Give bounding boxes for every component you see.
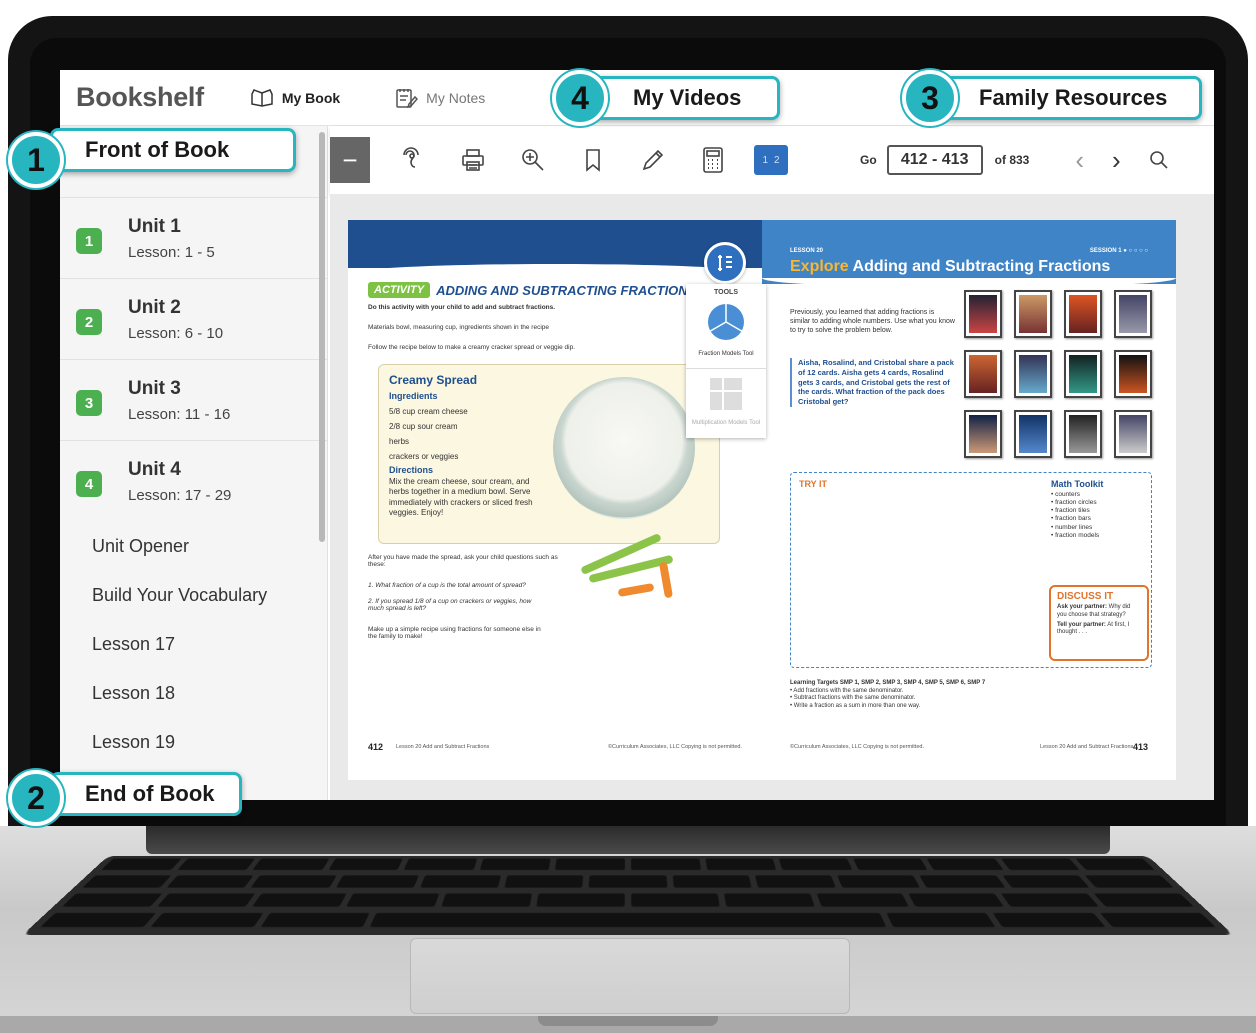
page-total: of 833	[994, 153, 1030, 167]
trackpad	[410, 938, 850, 1014]
reader-toolbar: − 12 Go 412 - 413 of 833 ‹ ›	[330, 126, 1214, 194]
page-412: ACTIVITY ADDING AND SUBTRACTING FRACTION…	[348, 220, 766, 780]
unit-badge: 4	[76, 471, 102, 497]
app-screen: Bookshelf My Book My Notes 1 Unit 1 Lesso…	[60, 70, 1214, 800]
unit-lessons: Lesson: 6 - 10	[128, 325, 224, 342]
fraction-models-tool[interactable]: Fraction Models Tool	[686, 302, 766, 358]
tools-title: TOOLS	[714, 289, 738, 296]
book-reader: ACTIVITY ADDING AND SUBTRACTING FRACTION…	[330, 194, 1214, 800]
unit-4-sublist: Unit Opener Build Your Vocabulary Lesson…	[60, 522, 327, 767]
unit-4-item[interactable]: 4 Unit 4 Lesson: 17 - 29	[60, 441, 327, 522]
go-label: Go	[860, 153, 877, 167]
next-page-button[interactable]: ›	[1112, 145, 1121, 176]
discuss-it-box: DISCUSS IT Ask your partner: Why did you…	[1049, 585, 1149, 661]
space-cards-image	[964, 290, 1160, 458]
toc-item-vocabulary[interactable]: Build Your Vocabulary	[60, 571, 327, 620]
unit-lessons: Lesson: 11 - 16	[128, 406, 231, 423]
toc-item-lesson-18[interactable]: Lesson 18	[60, 669, 327, 718]
search-icon[interactable]	[1149, 150, 1169, 170]
keyboard	[22, 856, 1234, 936]
fraction-circle-icon	[708, 304, 744, 340]
zoom-in-icon[interactable]	[520, 147, 546, 173]
nav-my-book[interactable]: My Book	[250, 88, 340, 108]
callout-number-3: 3	[902, 70, 958, 126]
page-number: 413	[1132, 742, 1148, 752]
callout-end-of-book: End of Book	[50, 772, 242, 816]
area-model-icon	[710, 378, 742, 411]
nav-my-notes-label: My Notes	[426, 89, 486, 106]
bookmark-icon[interactable]	[580, 147, 606, 173]
unit-lessons: Lesson: 17 - 29	[128, 487, 232, 504]
activity-header: ACTIVITY ADDING AND SUBTRACTING FRACTION…	[368, 282, 696, 298]
tools-button[interactable]	[704, 242, 746, 284]
unit-2-item[interactable]: 2 Unit 2 Lesson: 6 - 10	[60, 279, 327, 360]
collapse-sidebar-button[interactable]: −	[330, 137, 370, 183]
table-of-contents-sidebar: 1 Unit 1 Lesson: 1 - 5 2 Unit 2 Lesson: 6 …	[60, 126, 328, 800]
unit-title: Unit 1	[128, 216, 181, 237]
try-it-box: TRY IT Math Toolkit • counters • fractio…	[790, 472, 1152, 668]
sidebar-scrollbar[interactable]	[319, 132, 325, 542]
page-413: LESSON 20 SESSION 1 ● ○ ○ ○ ○ Explore Ad…	[762, 220, 1176, 780]
nav-my-notes[interactable]: My Notes	[394, 86, 485, 110]
callout-number-4: 4	[552, 70, 608, 126]
listen-icon[interactable]	[400, 147, 426, 173]
unit-title: Unit 3	[128, 378, 181, 399]
multiplication-models-tool[interactable]: Multiplication Models Tool	[686, 368, 766, 427]
unit-title: Unit 4	[128, 459, 181, 480]
dip-bowl-image	[553, 377, 695, 519]
previous-page-button[interactable]: ‹	[1075, 145, 1084, 176]
unit-badge: 1	[76, 228, 102, 254]
callout-my-videos: My Videos	[580, 76, 780, 120]
app-title: Bookshelf	[76, 82, 204, 112]
pencil-icon[interactable]	[640, 147, 666, 173]
math-toolkit: Math Toolkit • counters • fraction circl…	[1051, 479, 1104, 539]
learning-targets: Learning Targets SMP 1, SMP 2, SMP 3, SM…	[790, 680, 986, 709]
unit-title: Unit 2	[128, 297, 181, 318]
unit-lessons: Lesson: 1 - 5	[128, 244, 215, 261]
lesson-title: Explore Adding and Subtracting Fractions	[790, 258, 1111, 275]
toc-item-lesson-17[interactable]: Lesson 17	[60, 620, 327, 669]
notes-icon	[394, 86, 419, 110]
problem-text: Aisha, Rosalind, and Cristobal share a p…	[790, 358, 958, 407]
tools-panel: TOOLS Fraction Models Tool Multiplicatio…	[686, 284, 766, 438]
page-number-input[interactable]: 412 - 413	[886, 145, 983, 175]
page-number: 412	[368, 742, 384, 752]
unit-1-item[interactable]: 1 Unit 1 Lesson: 1 - 5	[60, 198, 327, 279]
calculator-icon[interactable]	[700, 147, 726, 173]
nav-my-book-label: My Book	[281, 89, 341, 106]
callout-number-1: 1	[8, 132, 64, 188]
print-icon[interactable]	[460, 147, 486, 173]
carrot-image	[617, 582, 655, 598]
recipe-box: Creamy Spread Ingredients 5/8 cup cream …	[378, 364, 720, 544]
callout-front-of-book: Front of Book	[50, 128, 296, 172]
unit-badge: 2	[76, 309, 102, 335]
two-page-view-button[interactable]: 12	[754, 145, 788, 175]
callout-family-resources: Family Resources	[930, 76, 1202, 120]
toc-item-lesson-19[interactable]: Lesson 19	[60, 718, 327, 767]
callout-number-2: 2	[8, 770, 64, 826]
laptop-mockup: Bookshelf My Book My Notes 1 Unit 1 Lesso…	[0, 0, 1256, 1033]
open-book-icon	[250, 88, 274, 108]
unit-badge: 3	[76, 390, 102, 416]
toc-item-unit-opener[interactable]: Unit Opener	[60, 522, 327, 571]
unit-3-item[interactable]: 3 Unit 3 Lesson: 11 - 16	[60, 360, 327, 441]
